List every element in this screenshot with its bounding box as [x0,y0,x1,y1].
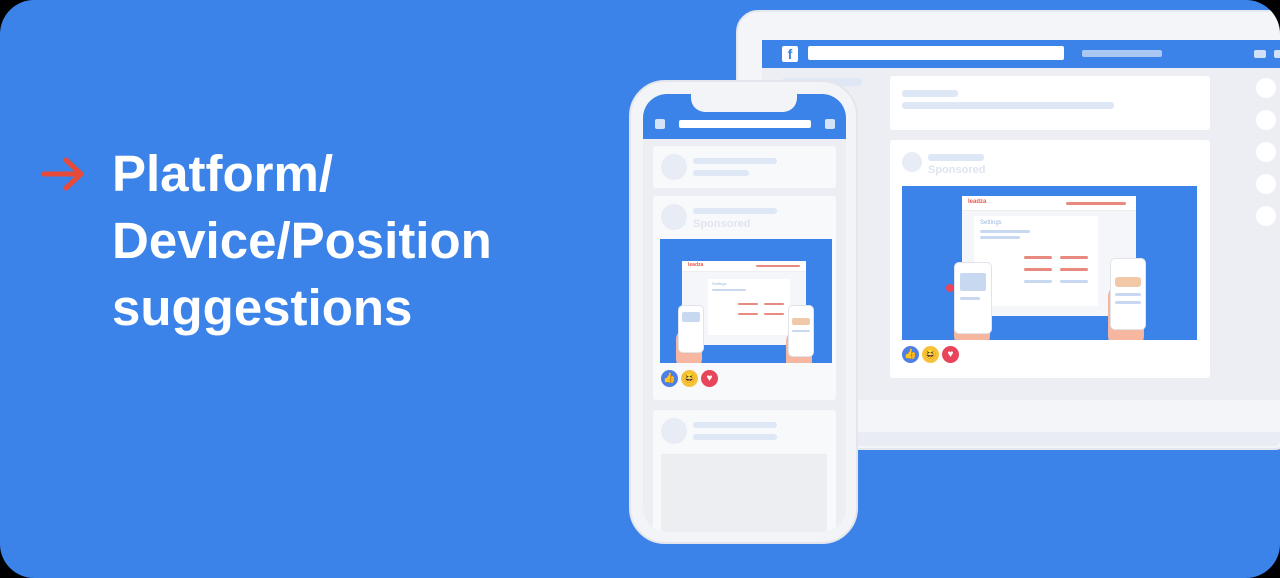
headline: Platform/ Device/Position suggestions [40,140,492,341]
feed-post-placeholder [653,146,836,188]
feed-post-placeholder [890,76,1210,130]
headline-line-3: suggestions [112,279,413,336]
arrow-right-icon [41,157,84,191]
contact-avatar [1256,206,1276,226]
sponsored-post: Sponsored leadza Settings 👍 😆 ♥ [890,140,1210,378]
ad-creative: leadza Settings [902,186,1197,340]
love-reaction-icon: ♥ [701,370,718,387]
mini-phone-left [954,262,992,334]
mini-phone-right [1110,258,1146,330]
phone-notch [691,94,797,112]
ad-creative: leadza Settings [660,239,832,363]
headline-line-1: Platform/ [112,145,334,202]
haha-reaction-icon: 😆 [681,370,698,387]
like-reaction-icon: 👍 [661,370,678,387]
contact-avatar [1256,174,1276,194]
contact-avatar [1256,78,1276,98]
nav-square [1274,50,1280,58]
feed-post-placeholder [653,410,836,532]
ad-brand-logo: leadza [688,262,704,268]
love-reaction-icon: ♥ [942,346,959,363]
haha-reaction-icon: 😆 [922,346,939,363]
avatar [661,204,687,230]
ad-page-title: Settings [712,281,727,286]
headline-line-2: Device/Position [112,212,492,269]
search-bar-placeholder [679,120,811,128]
nav-placeholder [1082,50,1162,57]
phone-top-bar [643,94,846,139]
sponsored-label: Sponsored [693,218,751,230]
like-reaction-icon: 👍 [902,346,919,363]
phone-illustration: Sponsored leadza Settings 👍 😆 ♥ [629,80,858,544]
sponsored-post: Sponsored leadza Settings 👍 😆 ♥ [653,196,836,400]
facebook-top-bar: f [762,40,1280,68]
headline-text: Platform/ Device/Position suggestions [112,140,492,341]
phone-feed-screen: Sponsored leadza Settings 👍 😆 ♥ [643,94,846,532]
facebook-logo-icon: f [782,46,798,62]
hero-card: Platform/ Device/Position suggestions f [0,0,1280,578]
ad-brand-logo: leadza [968,199,987,205]
search-bar-placeholder [808,46,1064,60]
avatar [902,152,922,172]
contact-avatar [1256,142,1276,162]
sponsored-label: Sponsored [928,164,986,176]
heart-icon [946,284,954,292]
ad-page-title: Settings [980,220,1002,226]
contact-avatar [1256,110,1276,130]
nav-square [1254,50,1266,58]
